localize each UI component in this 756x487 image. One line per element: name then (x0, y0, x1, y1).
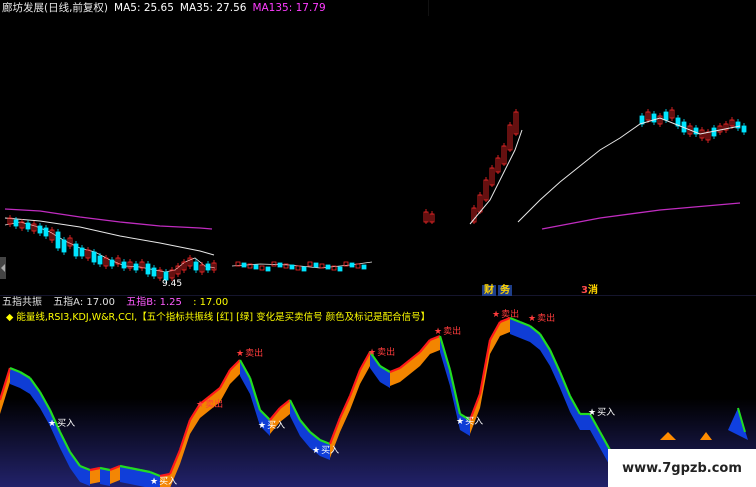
sell-signal-label: 卖出 (537, 314, 556, 324)
ma135-value: MA135: 17.79 (252, 2, 326, 14)
star-icon: ★ (456, 417, 465, 427)
indicator-b-value: 五指B: 1.25 (126, 297, 182, 308)
indicator-status-row: 五指共振 五指A: 17.00 五指B: 1.25 : 17.00 (0, 296, 756, 310)
star-icon: ★ (588, 408, 597, 418)
chart-title-bar: 廊坊发展(日线,前复权) MA5: 25.65 MA35: 27.56 MA135: … (0, 0, 428, 16)
sell-signal: ★卖出 (434, 324, 461, 337)
indicator-name: 五指共振 (2, 297, 42, 308)
star-icon: ★ (434, 327, 443, 337)
indicator-a-value: 五指A: 17.00 (53, 297, 116, 308)
sell-signal: ★卖出 (368, 345, 395, 358)
site-watermark: www.7gpzb.com (608, 449, 756, 487)
star-icon: ★ (196, 400, 205, 410)
buy-signal-label: 买入 (597, 408, 616, 418)
sell-signal: ★卖出 (236, 346, 263, 359)
buy-signal: ★买入 (312, 443, 339, 456)
indicator-description-text: 能量线,RSI3,KDJ,W&R,CCI,【五个指标共振线 [红] [绿] 变化… (16, 312, 431, 323)
buy-signal: ★买入 (456, 414, 483, 427)
sell-signal-label: 卖出 (443, 327, 462, 337)
buy-signal-label: 买入 (465, 417, 484, 427)
low-price-label: 9.45 (162, 279, 183, 289)
sell-signal: ★卖出 (492, 307, 519, 320)
stock-chart-window: 廊坊发展(日线,前复权) MA5: 25.65 MA35: 27.56 MA135: … (0, 0, 756, 487)
buy-signal-label: 买入 (159, 477, 178, 487)
star-icon: ★ (312, 446, 321, 456)
stock-title: 廊坊发展(日线,前复权) (2, 2, 109, 14)
ma35-value: MA35: 27.56 (179, 2, 247, 14)
star-icon: ★ (258, 421, 267, 431)
star-icon: ★ (236, 349, 245, 359)
star-icon: ★ (368, 348, 377, 358)
star-icon: ★ (150, 477, 159, 487)
buy-signal-label: 买入 (321, 446, 340, 456)
star-icon: ★ (528, 314, 537, 324)
sell-signal-label: 卖出 (377, 348, 396, 358)
price-chart[interactable] (0, 0, 756, 296)
sell-signal: ★卖出 (528, 311, 555, 324)
indicator-description: ◆ 能量线,RSI3,KDJ,W&R,CCI,【五个指标共振线 [红] [绿] 变… (6, 311, 430, 325)
buy-signal: ★买入 (150, 474, 177, 487)
sell-signal-label: 卖出 (245, 349, 264, 359)
sell-signal-label: 卖出 (205, 400, 224, 410)
buy-signal: ★买入 (48, 416, 75, 429)
buy-signal: ★买入 (588, 405, 615, 418)
sell-signal-label: 卖出 (501, 310, 520, 320)
scroll-left-arrow-icon[interactable] (0, 257, 6, 279)
buy-signal: ★买入 (258, 418, 285, 431)
star-icon: ★ (48, 419, 57, 429)
buy-signal-label: 买入 (57, 419, 76, 429)
star-icon: ★ (492, 310, 501, 320)
diamond-icon: ◆ (6, 312, 14, 323)
sell-signal: ★卖出 (196, 397, 223, 410)
ma5-value: MA5: 25.65 (114, 2, 174, 14)
buy-signal-label: 买入 (267, 421, 286, 431)
indicator-c-value: : 17.00 (193, 297, 229, 308)
